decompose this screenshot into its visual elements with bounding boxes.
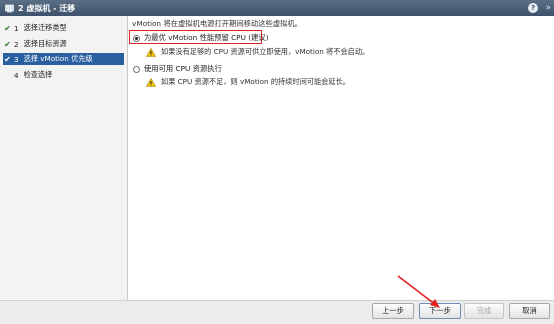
option-label: 为最优 vMotion 性能预留 CPU (建议) (144, 33, 269, 42)
option-label: 使用可用 CPU 资源执行 (144, 64, 222, 73)
warning-text: 如果 CPU 资源不足，则 vMotion 的持续时间可能会延长。 (161, 77, 350, 86)
option-reserve-cpu[interactable]: 为最优 vMotion 性能预留 CPU (建议) (133, 33, 269, 43)
cancel-button[interactable]: 取消 (509, 303, 550, 319)
step-number: 2 (14, 39, 19, 49)
back-button[interactable]: 上一步 (372, 303, 414, 319)
warning-reserve-cpu: 如果没有足够的 CPU 资源可供立即使用，vMotion 将不会启动。 (146, 47, 369, 57)
warning-use-available-cpu: 如果 CPU 资源不足，则 vMotion 的持续时间可能会延长。 (146, 77, 350, 87)
checkmark-icon: ✔ (4, 54, 11, 64)
warning-icon (146, 47, 156, 57)
radio-use-available-cpu[interactable] (133, 65, 140, 73)
window-titlebar: 2 虚拟机 - 迁移 ? » (0, 0, 554, 16)
checkmark-icon: ✔ (4, 23, 11, 33)
step-label: 检查选择 (23, 70, 53, 79)
main-content: vMotion 将在虚拟机电源打开期间移动这些虚拟机。 为最优 vMotion … (129, 16, 554, 300)
expand-icon[interactable]: » (545, 2, 551, 14)
vm-icon (4, 3, 14, 13)
description-text: vMotion 将在虚拟机电源打开期间移动这些虚拟机。 (132, 19, 303, 28)
step-label: 选择目标资源 (23, 39, 67, 48)
warning-icon (146, 77, 156, 87)
step-number: 1 (14, 23, 19, 33)
step-select-migration-type[interactable]: ✔ 1 选择迁移类型 (3, 22, 124, 34)
warning-text: 如果没有足够的 CPU 资源可供立即使用，vMotion 将不会启动。 (161, 47, 370, 56)
step-number: 3 (14, 54, 19, 64)
step-review-selections[interactable]: 4 检查选择 (3, 69, 124, 81)
option-use-available-cpu[interactable]: 使用可用 CPU 资源执行 (133, 64, 222, 74)
wizard-steps-sidebar: ✔ 1 选择迁移类型 ✔ 2 选择目标资源 ✔ 3 选择 vMotion 优先级… (0, 16, 128, 300)
step-select-vmotion-priority[interactable]: ✔ 3 选择 vMotion 优先级 (3, 53, 124, 65)
checkmark-icon: ✔ (4, 39, 11, 49)
next-button[interactable]: 下一步 (419, 303, 461, 319)
step-select-target-resource[interactable]: ✔ 2 选择目标资源 (3, 38, 124, 50)
step-label: 选择 vMotion 优先级 (23, 54, 93, 63)
window-title: 2 虚拟机 - 迁移 (18, 3, 76, 13)
finish-button[interactable]: 完成 (464, 303, 504, 319)
step-label: 选择迁移类型 (23, 23, 67, 32)
radio-reserve-cpu[interactable] (133, 34, 140, 42)
step-number: 4 (14, 70, 19, 80)
help-icon[interactable]: ? (528, 3, 538, 13)
